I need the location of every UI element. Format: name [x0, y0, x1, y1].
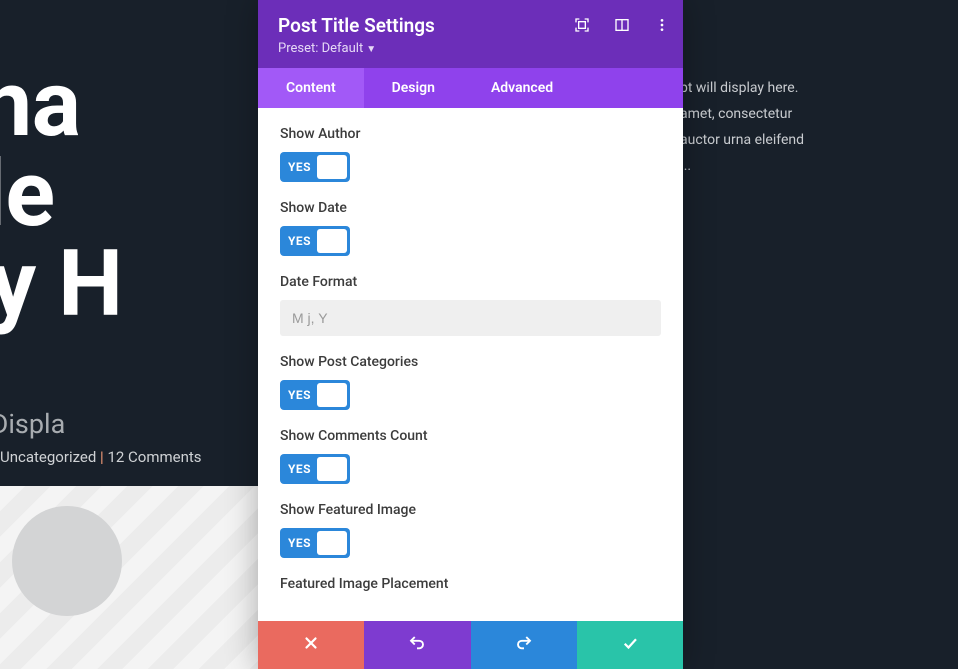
background-subtitle: Post Title Will Displa [0, 408, 65, 440]
bg-title-line3: splay H [0, 231, 123, 338]
label-show-date: Show Date [280, 200, 661, 216]
modal-footer [258, 621, 683, 669]
tab-content[interactable]: Content [258, 68, 364, 108]
toggle-on-label: YES [288, 234, 311, 248]
expand-icon[interactable] [573, 16, 591, 34]
tab-design[interactable]: Design [364, 68, 463, 108]
label-date-format: Date Format [280, 274, 661, 290]
toggle-show-categories[interactable]: YES [280, 380, 350, 410]
toggle-knob [317, 531, 347, 555]
excerpt-line: amet, consectetur [680, 106, 792, 122]
responsive-icon[interactable] [613, 16, 631, 34]
settings-modal: Post Title Settings Preset: Default▼ Con… [258, 0, 683, 669]
close-icon [302, 634, 320, 656]
background-excerpt: pt will display here. amet, consectetur … [680, 76, 958, 180]
input-date-format[interactable] [280, 300, 661, 336]
toggle-on-label: YES [288, 160, 311, 174]
preset-label: Preset: Default [278, 41, 363, 56]
background-post-title: r Dyna t Title splay H [0, 60, 123, 330]
redo-icon [515, 634, 533, 656]
field-featured-placement: Featured Image Placement [280, 576, 661, 592]
field-date-format: Date Format [280, 274, 661, 336]
toggle-knob [317, 229, 347, 253]
toggle-show-comments[interactable]: YES [280, 454, 350, 484]
redo-button[interactable] [471, 621, 577, 669]
toggle-knob [317, 457, 347, 481]
meta-separator: | [96, 448, 107, 466]
toggle-show-featured[interactable]: YES [280, 528, 350, 558]
toggle-on-label: YES [288, 388, 311, 402]
placeholder-shape [12, 506, 122, 616]
save-button[interactable] [577, 621, 683, 669]
toggle-show-author[interactable]: YES [280, 152, 350, 182]
modal-header: Post Title Settings Preset: Default▼ [258, 0, 683, 68]
caret-down-icon: ▼ [366, 44, 376, 55]
field-show-author: Show Author YES [280, 126, 661, 182]
field-show-featured: Show Featured Image YES [280, 502, 661, 558]
toggle-on-label: YES [288, 462, 311, 476]
label-show-categories: Show Post Categories [280, 354, 661, 370]
cancel-button[interactable] [258, 621, 364, 669]
label-show-comments: Show Comments Count [280, 428, 661, 444]
background-meta: Uncategorized | 12 Comments [0, 448, 202, 466]
excerpt-line: auctor urna eleifend [680, 132, 804, 148]
label-featured-placement: Featured Image Placement [280, 576, 661, 592]
header-icon-group [573, 16, 671, 34]
meta-comments: 12 Comments [107, 448, 201, 466]
field-show-comments: Show Comments Count YES [280, 428, 661, 484]
toggle-knob [317, 155, 347, 179]
background-image-placeholder [0, 486, 258, 669]
excerpt-line: pt will display here. [680, 80, 798, 96]
panel-body: Show Author YES Show Date YES Date Forma… [258, 108, 683, 621]
toggle-knob [317, 383, 347, 407]
more-options-icon[interactable] [653, 16, 671, 34]
field-show-date: Show Date YES [280, 200, 661, 256]
tab-advanced[interactable]: Advanced [463, 68, 581, 108]
label-show-featured: Show Featured Image [280, 502, 661, 518]
field-show-categories: Show Post Categories YES [280, 354, 661, 410]
undo-button[interactable] [364, 621, 470, 669]
meta-category: Uncategorized [0, 448, 96, 466]
undo-icon [408, 634, 426, 656]
toggle-on-label: YES [288, 536, 311, 550]
label-show-author: Show Author [280, 126, 661, 142]
preset-dropdown[interactable]: Preset: Default▼ [278, 41, 663, 56]
toggle-show-date[interactable]: YES [280, 226, 350, 256]
tabs-bar: Content Design Advanced [258, 68, 683, 108]
check-icon [621, 634, 639, 656]
